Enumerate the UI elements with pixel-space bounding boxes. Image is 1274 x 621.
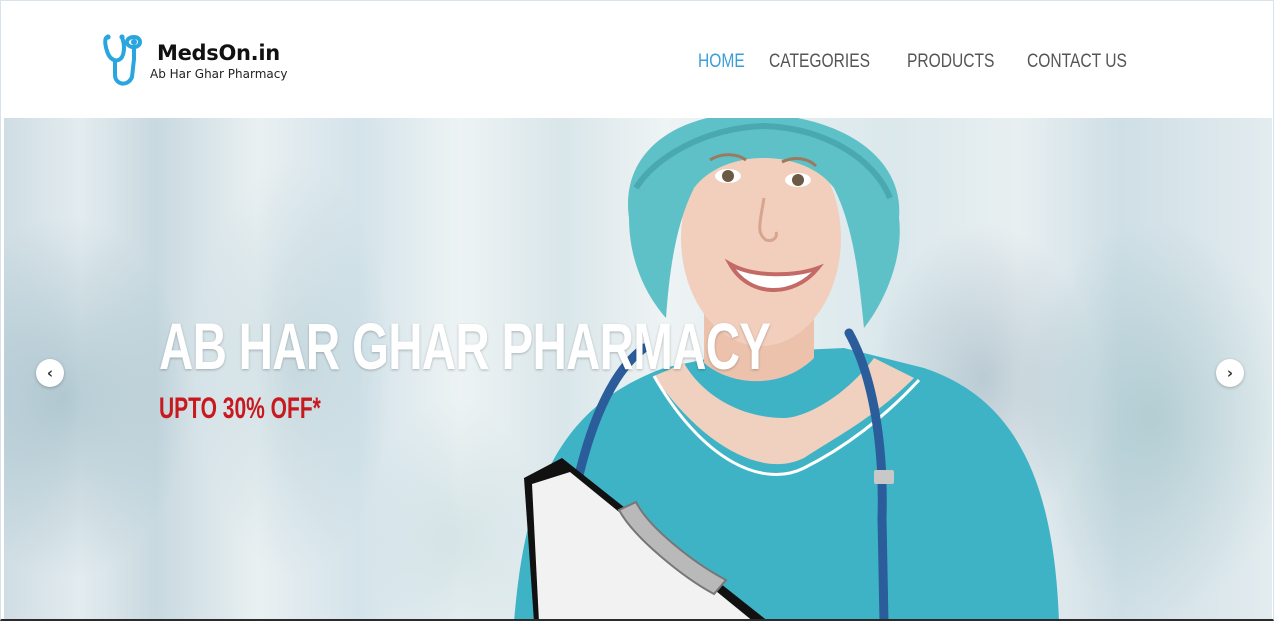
nav-categories[interactable]: CATEGORIES bbox=[769, 51, 870, 73]
page: MedsOn.in Ab Har Ghar Pharmacy HOME CATE… bbox=[0, 0, 1274, 621]
stethoscope-icon bbox=[103, 34, 142, 86]
slider-next-button[interactable]: › bbox=[1216, 359, 1244, 387]
brand-tagline: Ab Har Ghar Pharmacy bbox=[150, 67, 288, 81]
chevron-right-icon: › bbox=[1226, 363, 1234, 382]
site-header: MedsOn.in Ab Har Ghar Pharmacy HOME CATE… bbox=[1, 1, 1273, 118]
site-logo[interactable]: MedsOn.in Ab Har Ghar Pharmacy bbox=[102, 31, 302, 91]
hero-offer: UPTO 30% OFF* bbox=[159, 392, 321, 425]
main-nav: HOME CATEGORIES PRODUCTS CONTACT US bbox=[698, 51, 1135, 73]
slider-prev-button[interactable]: ‹ bbox=[36, 359, 64, 387]
hero-title: AB HAR GHAR PHARMACY bbox=[159, 309, 771, 383]
chevron-left-icon: ‹ bbox=[46, 363, 54, 382]
hero-slider: AB HAR GHAR PHARMACY UPTO 30% OFF* ‹ › bbox=[4, 118, 1272, 619]
brand-name: MedsOn.in bbox=[157, 41, 280, 65]
nav-contact-us[interactable]: CONTACT US bbox=[1027, 51, 1127, 73]
nav-home[interactable]: HOME bbox=[698, 51, 745, 73]
nav-products[interactable]: PRODUCTS bbox=[907, 51, 994, 73]
